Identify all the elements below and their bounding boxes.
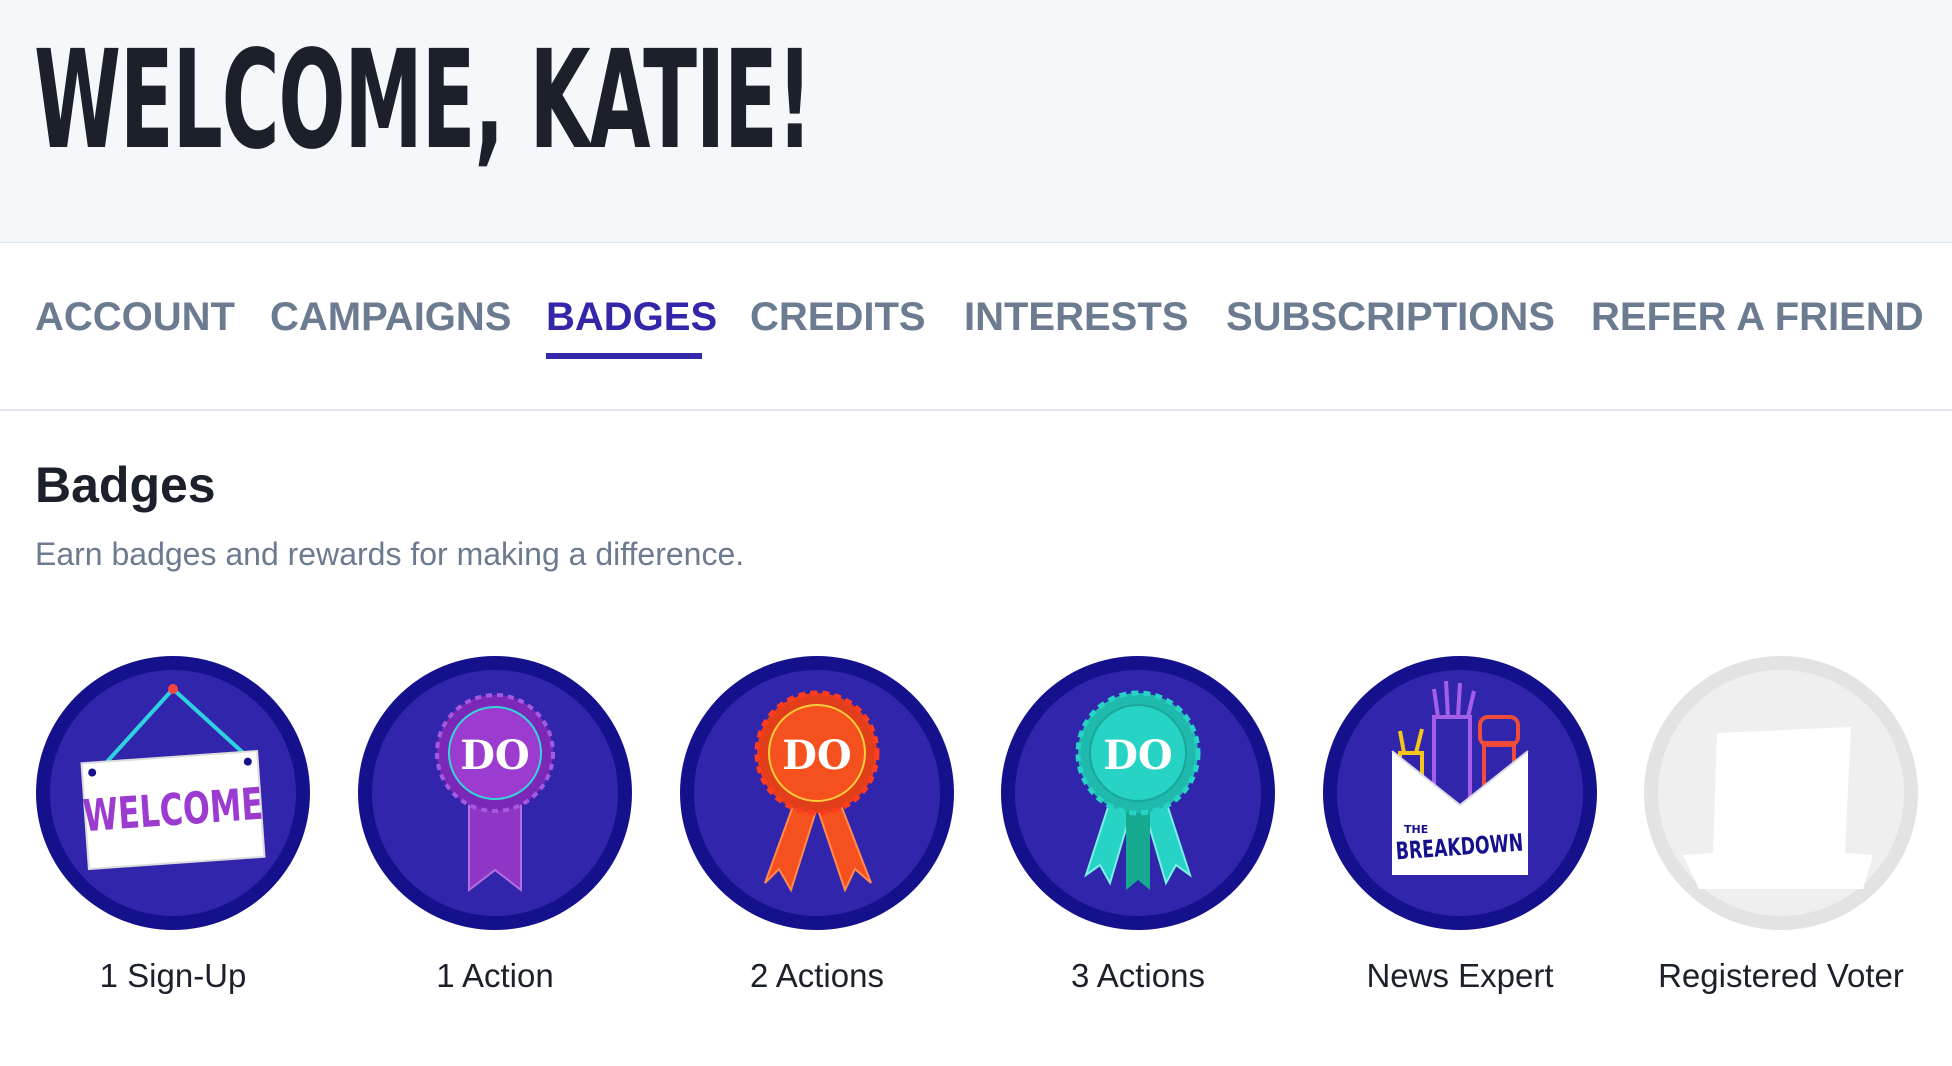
badge-label: 2 Actions — [750, 957, 884, 994]
active-tab-indicator — [546, 353, 702, 359]
badge-registered-voter[interactable]: Registered Voter — [1643, 655, 1919, 1001]
page: WELCOME, KATIE! ACCOUNT CAMPAIGNS BADGES… — [0, 0, 1952, 1066]
badge-label: Registered Voter — [1658, 957, 1904, 994]
ribbon-text: DO — [1103, 732, 1173, 779]
welcome-title: WELCOME, KATIE! — [34, 22, 813, 180]
badge-label: 1 Action — [436, 957, 554, 994]
teal-ribbon-icon: DO — [1001, 656, 1275, 930]
welcome-sign-icon: WELCOME — [36, 656, 310, 930]
tab-subscriptions[interactable]: SUBSCRIPTIONS — [1226, 295, 1555, 340]
purple-ribbon-icon: DO — [358, 656, 632, 930]
tab-interests[interactable]: INTERESTS — [964, 295, 1188, 340]
tab-account[interactable]: ACCOUNT — [35, 295, 235, 340]
badges-description: Earn badges and rewards for making a dif… — [35, 536, 745, 572]
badge-label: 3 Actions — [1071, 957, 1205, 994]
badge-3-actions[interactable]: DO 3 Actions — [1000, 655, 1276, 1001]
badges-heading: Badges — [35, 457, 216, 513]
ribbon-text: DO — [782, 732, 852, 779]
locked-badge-icon — [1644, 656, 1918, 930]
profile-tabs: ACCOUNT CAMPAIGNS BADGES CREDITS INTERES… — [0, 243, 1952, 411]
page-header: WELCOME, KATIE! — [0, 0, 1952, 243]
breakdown-small-text: THE — [1404, 823, 1428, 836]
badge-1-action[interactable]: DO 1 Action — [357, 655, 633, 1001]
orange-ribbon-icon: DO — [680, 656, 954, 930]
tab-campaigns[interactable]: CAMPAIGNS — [270, 295, 511, 340]
badge-label: News Expert — [1366, 957, 1554, 994]
tab-badges[interactable]: BADGES — [546, 295, 717, 340]
ribbon-text: DO — [460, 732, 530, 779]
breakdown-envelope-icon: THE BREAKDOWN — [1323, 656, 1597, 930]
tab-refer-a-friend[interactable]: REFER A FRIEND — [1591, 295, 1924, 340]
badge-2-actions[interactable]: DO 2 Actions — [679, 655, 955, 1001]
badge-news-expert[interactable]: THE BREAKDOWN News Expert — [1322, 655, 1598, 1001]
badge-label: 1 Sign-Up — [99, 957, 247, 994]
badge-1-sign-up[interactable]: WELCOME 1 Sign-Up — [35, 655, 311, 1001]
tab-credits[interactable]: CREDITS — [750, 295, 926, 340]
